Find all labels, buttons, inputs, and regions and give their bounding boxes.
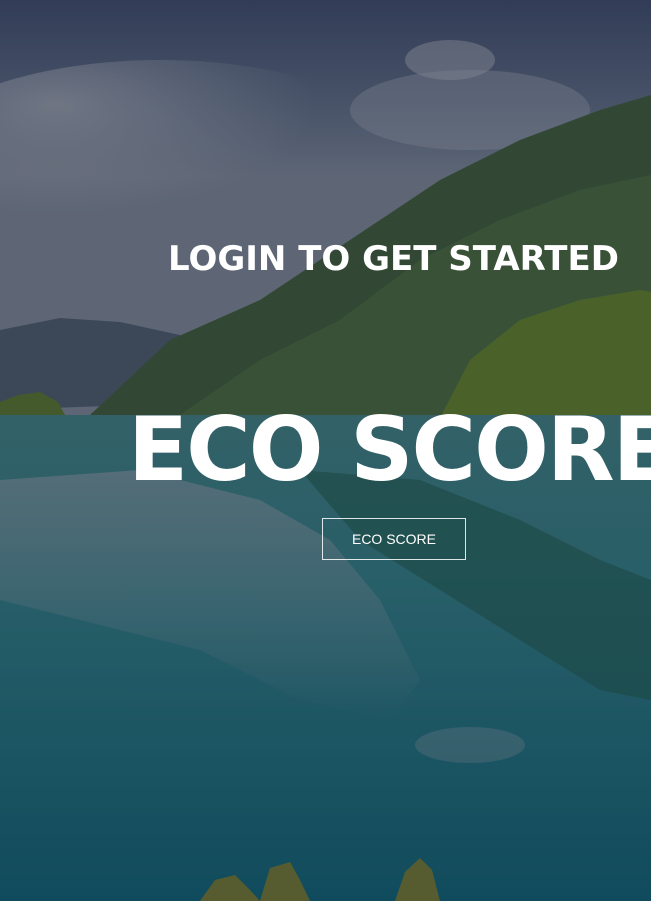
login-heading: LOGIN TO GET STARTED — [168, 239, 619, 279]
hero-section: LOGIN TO GET STARTED ECO SCORE ECO SCORE — [0, 0, 651, 901]
eco-score-button[interactable]: ECO SCORE — [322, 518, 466, 560]
brand-title: ECO SCORE — [128, 398, 651, 501]
